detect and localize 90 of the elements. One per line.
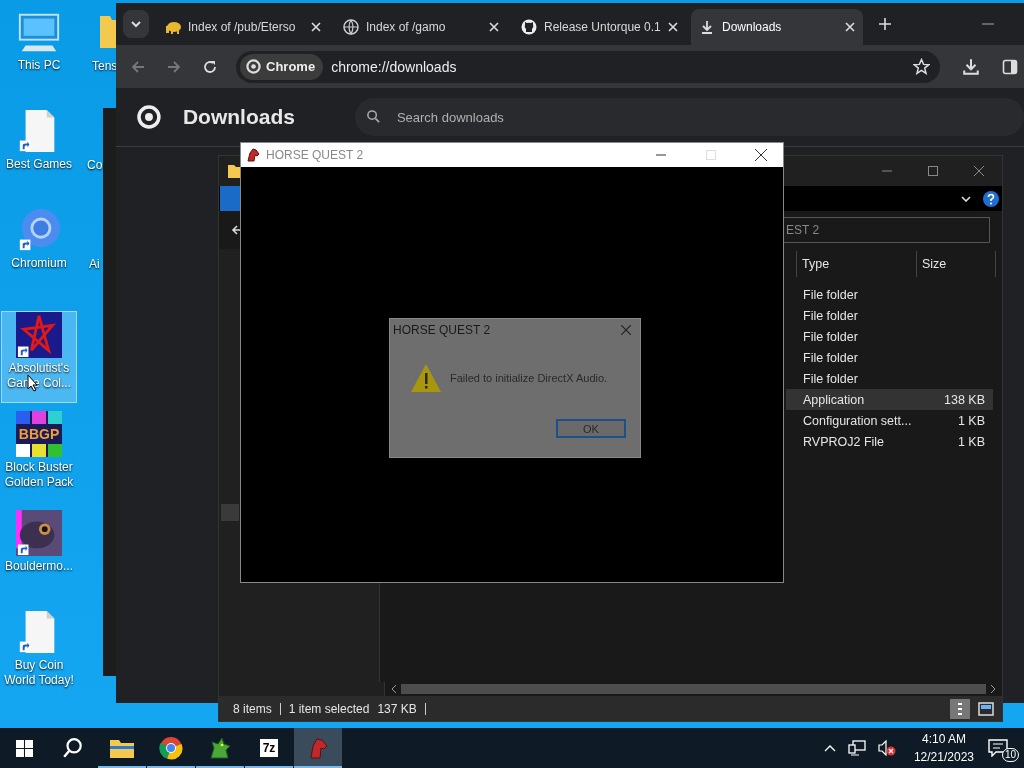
folder-icon — [110, 738, 134, 758]
notification-badge: 10 — [1002, 748, 1020, 762]
download-icon — [699, 19, 715, 35]
table-cell-text: File folder — [802, 329, 859, 344]
chevron-down-icon — [130, 20, 142, 28]
dragon-icon — [208, 736, 232, 760]
tab-title: Downloads — [722, 20, 783, 34]
details-view-icon[interactable] — [950, 698, 970, 719]
table-cell-text: 138 KB — [943, 392, 986, 407]
tab-title: Index of /gamo — [366, 20, 447, 34]
maximize-icon — [928, 166, 938, 176]
desktop-shortcut[interactable]: BBGP Block Buster Golden Pack — [1, 410, 77, 502]
archive-app-icon: 7z — [259, 739, 279, 757]
chevron-up-icon[interactable] — [823, 744, 836, 752]
tab-title: Release Untorque 0.1 — [544, 20, 661, 34]
scrollbar-thumb[interactable] — [221, 504, 239, 521]
status-text: 1 item selected — [288, 701, 370, 716]
close-icon — [974, 166, 984, 176]
window-title: HORSE QUEST 2 — [266, 148, 364, 162]
table-cell-text: RVPROJ2 File — [802, 434, 886, 449]
file-row[interactable]: File folder — [786, 284, 993, 305]
file-row[interactable]: File folder — [786, 347, 993, 368]
warning-icon — [410, 363, 442, 393]
file-row[interactable]: RVPROJ2 File 1 KB — [786, 431, 993, 452]
star-icon[interactable] — [913, 58, 930, 75]
site-chip[interactable]: Chrome — [240, 53, 324, 80]
scrollbar-thumb[interactable] — [401, 684, 986, 694]
clock-time[interactable]: 4:10 AM — [921, 730, 966, 748]
tab-title: Index of /pub/Eterso — [188, 20, 297, 34]
scroll-right-icon[interactable] — [990, 685, 996, 693]
globe-icon — [343, 19, 359, 35]
chevron-down-icon[interactable] — [961, 195, 971, 202]
table-cell-text: Application — [802, 392, 866, 407]
taskbar-app[interactable] — [294, 728, 342, 768]
search-icon — [62, 737, 84, 759]
minimize-icon — [882, 170, 892, 172]
browser-tab[interactable]: Downloads — [691, 9, 863, 45]
dialog-message: Failed to initialize DirectX Audio. — [450, 372, 608, 384]
star-shortcut-icon — [16, 312, 62, 358]
windows-logo-icon — [15, 739, 33, 757]
file-row[interactable]: Configuration sett... 1 KB — [786, 410, 993, 431]
network-icon[interactable] — [847, 740, 866, 756]
file-row[interactable]: Application 138 KB — [786, 389, 993, 410]
status-text: 137 KB — [377, 701, 417, 716]
download-icon[interactable] — [962, 57, 980, 76]
file-row[interactable]: File folder — [786, 305, 993, 326]
browser-tab[interactable]: Index of /pub/Eterso — [157, 9, 329, 45]
chrome-logo-icon — [159, 736, 183, 760]
address-bar[interactable]: Chrome chrome://downloads — [236, 50, 940, 83]
minimize-icon — [655, 154, 666, 156]
table-cell-text: File folder — [802, 350, 859, 365]
chrome-logo-icon — [137, 105, 161, 129]
tab-search-button[interactable] — [123, 10, 149, 38]
chrome-logo-icon — [246, 59, 261, 74]
ribbon-tab[interactable] — [220, 186, 242, 211]
close-icon — [754, 149, 767, 161]
new-tab-icon[interactable] — [879, 18, 891, 30]
status-text: 8 items — [233, 701, 272, 716]
browser-tab[interactable]: Index of /gamo — [335, 9, 507, 45]
table-cell-text: 1 KB — [956, 434, 986, 449]
block-game-shortcut-icon: BBGP — [16, 411, 62, 457]
table-cell-text: File folder — [802, 287, 859, 302]
horse-head-icon — [245, 147, 261, 163]
elephant-icon — [165, 19, 181, 35]
search-icon — [365, 109, 381, 124]
reload-icon[interactable] — [202, 58, 218, 75]
url-text: chrome://downloads — [331, 58, 458, 75]
scroll-left-icon[interactable] — [391, 685, 397, 693]
help-icon[interactable] — [983, 190, 999, 207]
forward-arrow-icon[interactable] — [166, 58, 182, 75]
maximize-icon — [705, 150, 716, 160]
address-field[interactable]: EST 2 — [784, 217, 990, 243]
table-cell-text: 1 KB — [956, 413, 986, 428]
table-cell-text: Configuration sett... — [802, 413, 913, 428]
search-field[interactable]: Search downloads — [354, 98, 1024, 136]
clock-date[interactable]: 12/21/2023 — [913, 748, 974, 766]
file-row[interactable]: File folder — [786, 326, 993, 347]
taskbar-app[interactable]: 7z — [245, 728, 293, 768]
column-header[interactable]: Type — [796, 251, 916, 277]
muted-speaker-icon[interactable] — [877, 740, 896, 756]
table-cell-text: File folder — [802, 308, 859, 323]
browser-tab[interactable]: Release Untorque 0.1 — [513, 9, 685, 45]
column-header[interactable]: Size — [916, 251, 996, 277]
page-title: Downloads — [182, 105, 295, 129]
side-panel-icon[interactable] — [1002, 58, 1018, 75]
creature-shortcut-icon — [16, 510, 62, 556]
dialog-title: HORSE QUEST 2 — [393, 323, 491, 337]
file-row[interactable]: File folder — [786, 368, 993, 389]
cat-icon — [521, 19, 537, 35]
table-cell-text: File folder — [802, 371, 859, 386]
